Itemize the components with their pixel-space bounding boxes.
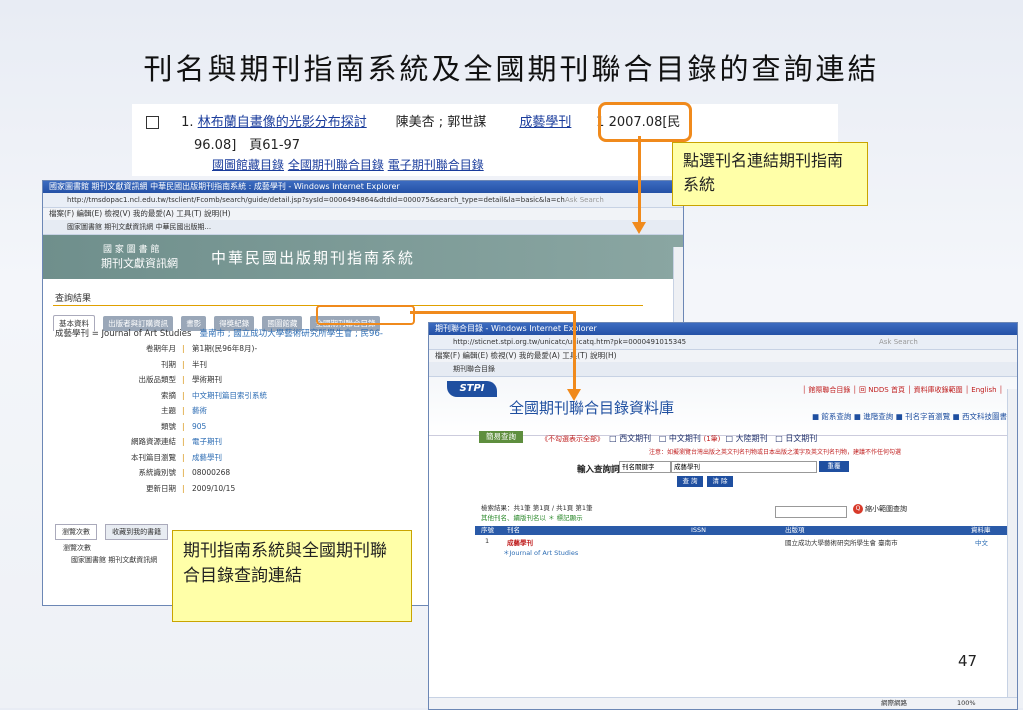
table-row: 出版品類型 | 學術期刊 — [138, 375, 223, 385]
tab-browse-count[interactable]: 瀏覽次數 — [55, 524, 97, 540]
notice-text: 注意：如擬瀏覽台灣出版之英文刊名刊物或日本出版之漢字及英文刊名刊物，建議不作任何… — [649, 449, 902, 456]
table-row: 更新日期 | 2009/10/15 — [146, 483, 236, 493]
stpi-logo: STPI — [447, 381, 497, 397]
browser-tab[interactable]: 國家圖書館 期刊文獻資訊網 中華民國出版期... — [43, 220, 683, 235]
banner-system-title: 中華民國出版期刊指南系統 — [211, 249, 416, 267]
status-bar: 網際網路 100% — [429, 697, 1017, 709]
db-filters: 《不勾選表示全部》 □ 西文期刊 □ 中文期刊 (1筆) □ 大陸期刊 □ 日文… — [541, 434, 818, 443]
ncl-catalog-link[interactable]: 國圖館藏目錄 — [212, 158, 284, 172]
journal-location: 臺南市 ; 國立成功大學藝術研究所學生會 ; 民96- — [199, 329, 383, 339]
search-icon: Q — [853, 504, 863, 514]
browser-tab-label: 國家圖書館 期刊文獻資訊網 中華民國出版期... — [67, 223, 212, 231]
clear-button[interactable]: 重覆 — [819, 461, 849, 472]
query-label: 輸入查詢詞 — [577, 465, 620, 475]
arrow-line-vertical — [638, 136, 641, 224]
window-title: 國家圖書館 期刊文獻資訊網 中華民國出版期刊指南系統 : 成藝學刊 - Wind… — [43, 181, 683, 193]
reset-button[interactable]: 清 除 — [707, 476, 733, 487]
journal-name: 成藝學刊 = Journal of Art Studies — [55, 329, 192, 339]
site-banner: 國 家 圖 書 館 期刊文獻資訊網 中華民國出版期刊指南系統 — [43, 235, 683, 279]
filter-mainland[interactable]: 大陸期刊 — [736, 434, 768, 443]
zoom-level[interactable]: 100% — [957, 698, 976, 709]
narrow-input[interactable] — [775, 506, 847, 518]
address-text: http://sticnet.stpi.org.tw/unicatc/unica… — [453, 338, 687, 346]
journal-line: 成藝學刊 = Journal of Art Studies 臺南市 ; 國立成功… — [55, 327, 383, 339]
browse-title: 瀏覽次數 — [63, 544, 91, 552]
result-count: 檢索結果：共1筆 第1頁 / 共1頁 第1筆 — [481, 504, 593, 512]
union-catalog-link[interactable]: 全國期刊聯合目錄 — [288, 158, 384, 172]
result-title-link[interactable]: 成藝學刊 — [507, 537, 533, 547]
browse-item: 國家圖書館 期刊文獻資訊網 — [71, 556, 158, 564]
select-checkbox[interactable] — [146, 116, 159, 129]
slide-title: 刊名與期刊指南系統及全國期刊聯合目錄的查詢連結 — [143, 52, 880, 86]
tab-add-favorite[interactable]: 收藏到我的書籍 — [105, 524, 169, 540]
banner-line1: 國 家 圖 書 館 — [103, 245, 160, 255]
nav-links[interactable]: ■ 館系查詢 ■ 進階查詢 ■ 刊名字首瀏覽 ■ 西文科技圖書 — [812, 411, 1007, 422]
banner-line2: 期刊文獻資訊網 — [101, 257, 178, 270]
search-box[interactable]: Ask Search — [565, 193, 604, 207]
table-row: 系統識別號 | 08000268 — [138, 468, 231, 478]
page-number: 47 — [958, 652, 978, 670]
journal-title-link[interactable]: 成藝學刊 — [519, 115, 571, 130]
highlight-box-journal — [598, 102, 692, 142]
result-heading: 查詢結果 — [55, 294, 92, 304]
table-row: 本刊篇目瀏覽 | 成藝學刊 — [131, 452, 222, 462]
arrow-head-down-icon — [567, 389, 581, 401]
status-zone: 網際網路 — [881, 699, 907, 707]
authors: 陳美杏 ; 郭世謀 — [395, 115, 487, 130]
info-table: 卷期年月 | 第1期(民96年8月)- 刊期 | 半刊 出版品類型 | 學術期刊 索摘 | 中文… — [55, 341, 270, 496]
stpi-banner: STPI 全國期刊聯合目錄資料庫 │ 館際聯合目錄 │ 回 NDDS 首頁 │ … — [429, 377, 1017, 436]
query-field-select[interactable]: 刊名關鍵字 — [619, 461, 671, 473]
query-button[interactable]: 查 詢 — [677, 476, 703, 487]
table-row: 索摘 | 中文期刊篇目索引系統 — [161, 390, 267, 400]
table-row: 網路資源連結 | 電子期刊 — [131, 437, 222, 447]
callout-links: 期刊指南系統與全國期刊聯合目錄查詢連結 — [172, 530, 412, 622]
menu-bar[interactable]: 檔案(F) 編輯(E) 檢視(V) 我的最愛(A) 工具(T) 說明(H) — [43, 208, 683, 220]
article-title-link[interactable]: 林布蘭自畫像的光影分布探討 — [198, 115, 367, 130]
ejournal-catalog-link[interactable]: 電子期刊聯合目錄 — [388, 158, 484, 172]
browser-window-union-catalog: 期刊聯合目錄 - Windows Internet Explorer http:… — [428, 322, 1018, 710]
results-header: 序號 刊名 ISSN 出版項 資料庫 — [475, 526, 1007, 535]
search-box[interactable]: Ask Search — [879, 335, 918, 349]
chinese-count: (1筆) — [703, 435, 721, 443]
filter-japanese[interactable]: 日文期刊 — [785, 434, 817, 443]
scrollbar[interactable] — [1007, 389, 1017, 697]
result-index: 1. — [181, 115, 194, 130]
callout-click-journal: 點選刊名連結期刊指南系統 — [672, 142, 868, 206]
query-input[interactable]: 成藝學刊 — [671, 461, 817, 473]
address-bar[interactable]: http://sticnet.stpi.org.tw/unicatc/unica… — [429, 335, 1017, 350]
all-db-note: 《不勾選表示全部》 — [541, 435, 604, 443]
highlight-box-union-tab — [316, 305, 415, 325]
table-row: 主題 | 藝術 — [161, 406, 207, 416]
menu-bar[interactable]: 檔案(F) 編輯(E) 檢視(V) 我的最愛(A) 工具(T) 說明(H) — [429, 350, 1017, 362]
filter-western[interactable]: 西文期刊 — [619, 434, 651, 443]
result-summary: 檢索結果：共1筆 第1頁 / 共1頁 第1筆 其他刊名、續版刊名以 ＊ 標記顯示 — [481, 503, 593, 523]
issue-pages: 96.08] 頁61-97 — [194, 138, 301, 153]
table-row: 類號 | 905 — [161, 421, 207, 431]
arrow-line-down — [573, 311, 576, 391]
filter-chinese[interactable]: 中文期刊 — [669, 434, 701, 443]
simple-search-tab[interactable]: 簡易查詢 — [479, 431, 523, 443]
browser-tab[interactable]: 期刊聯合目錄 — [429, 362, 1017, 377]
arrow-head-down-icon — [632, 222, 646, 234]
result-note: 其他刊名、續版刊名以 ＊ 標記顯示 — [481, 514, 583, 522]
table-row: 卷期年月 | 第1期(民96年8月)- — [146, 344, 258, 354]
arrow-line-horizontal — [410, 311, 575, 314]
address-text: http://tmsdopac1.ncl.edu.tw/tsclient/Fco… — [67, 196, 565, 204]
bottom-tabs: 瀏覽次數 收藏到我的書籍 — [55, 519, 171, 540]
result-alt-title: ＊Journal of Art Studies — [503, 549, 579, 557]
top-links[interactable]: │ 館際聯合目錄 │ 回 NDDS 首頁 │ 資料庫收錄範圍 │ English… — [802, 385, 1003, 395]
window-title: 期刊聯合目錄 - Windows Internet Explorer — [429, 323, 1017, 335]
site-title: 全國期刊聯合目錄資料庫 — [509, 399, 675, 417]
browser-tab-label: 期刊聯合目錄 — [453, 365, 495, 373]
table-row: 刊期 | 半刊 — [161, 359, 207, 369]
address-bar[interactable]: http://tmsdopac1.ncl.edu.tw/tsclient/Fco… — [43, 193, 683, 208]
narrow-search-button[interactable]: Q 縮小範圍查詢 — [853, 504, 907, 514]
